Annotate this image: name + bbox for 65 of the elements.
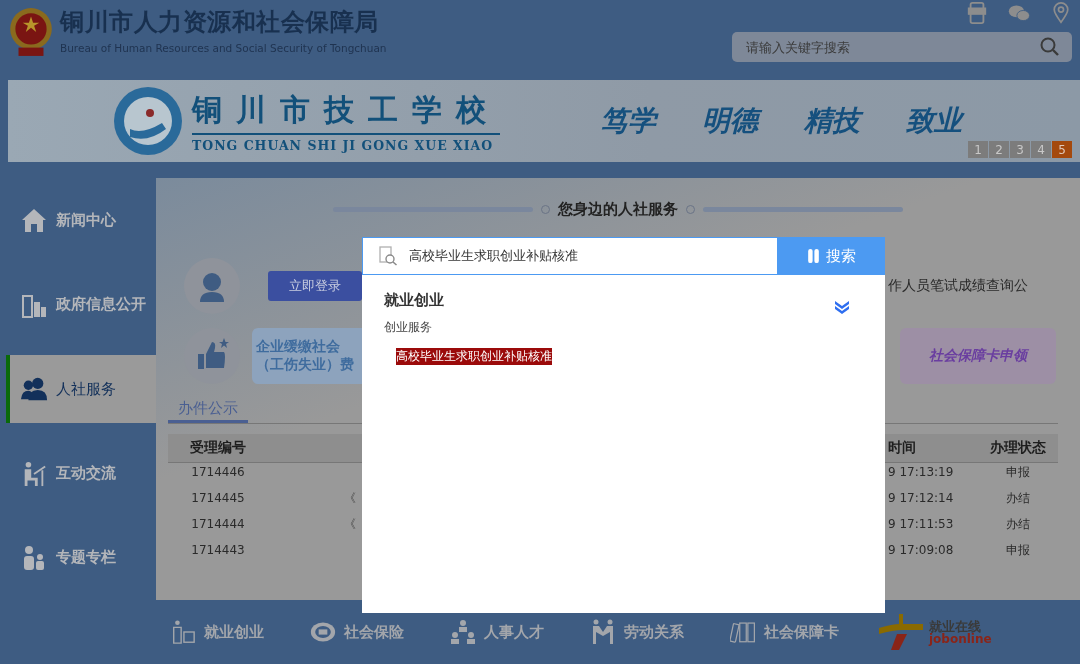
binders-icon [730, 619, 756, 645]
org-chart-people-icon [450, 619, 476, 645]
sidebar-item[interactable]: 人社服务 [6, 354, 156, 424]
table-cell-text: 1714443 [190, 543, 246, 557]
table-cell-text: 1714445 [190, 491, 246, 505]
table-cell-text: 9 17:13:19 [888, 465, 955, 479]
table-cell-text: 9 17:11:53 [888, 517, 955, 531]
house-icon [20, 207, 48, 234]
jobonline-logo-icon [877, 612, 925, 652]
result-category: 就业创业 [384, 290, 444, 310]
slide-page-button[interactable]: 3 [1010, 141, 1030, 158]
school-logo-icon [112, 85, 184, 157]
slide-page-button[interactable]: 2 [989, 141, 1009, 158]
emblem-icon [8, 6, 54, 58]
school-pinyin: TONG CHUAN SHI JI GONG XUE XIAO [192, 137, 495, 153]
jobonline-name: 就业在线 [929, 619, 981, 633]
search-result-link[interactable]: 高校毕业生求职创业补贴核准 [396, 348, 552, 365]
sidebar-item[interactable]: 政府信息公开 [0, 262, 156, 347]
table-cell-text: 1714444 [190, 517, 246, 531]
slogan-text: 致业 [906, 102, 968, 140]
login-button[interactable]: 立即登录 [268, 271, 362, 301]
column-header: 时间 [888, 439, 917, 457]
location-pin-icon[interactable] [1050, 2, 1072, 24]
table-cell-text: 9 17:09:08 [888, 543, 955, 557]
sidebar-item[interactable]: 互动交流 [0, 431, 156, 516]
notice-link[interactable]: 作人员笔试成绩查询公 [888, 277, 1028, 295]
search-icon[interactable] [1040, 37, 1060, 57]
school-name: 铜川市技工学校 [192, 89, 500, 135]
bottom-nav-item[interactable]: 社会保障卡 [730, 619, 839, 645]
table-cell: 《 [344, 516, 356, 531]
table-cell-text: 办结 [1005, 515, 1031, 533]
table-cell: 《 [344, 490, 356, 505]
column-header: 办理状态 [989, 439, 1047, 457]
slide-page-button[interactable]: 5 [1052, 141, 1072, 158]
slogan-text: 明德 [702, 102, 764, 140]
dialog-search-field[interactable]: 高校毕业生求职创业补贴核准 [362, 237, 777, 275]
sidebar-item[interactable]: 专题专栏 [0, 515, 156, 600]
search-button[interactable]: 搜索 [777, 237, 885, 275]
jobonline-wordmark: jobonline [929, 632, 992, 645]
table-tab[interactable]: 办件公示 [168, 399, 248, 423]
person-with-board-icon [170, 619, 196, 645]
result-subcategory: 创业服务 [384, 319, 433, 336]
sidebar-item[interactable]: 新闻中心 [0, 178, 156, 263]
double-chevron-down-icon[interactable] [833, 299, 851, 315]
slogan-text: 笃学 [600, 102, 662, 140]
people-icon [20, 376, 48, 402]
chat-bubbles-icon[interactable] [1008, 2, 1030, 24]
column-header: 受理编号 [189, 439, 247, 457]
table-cell-text: 9 17:12:14 [888, 491, 955, 505]
site-search-field[interactable]: 请输入关键字搜索 [732, 32, 1072, 62]
table-cell-text: 申报 [1005, 541, 1031, 559]
bottom-nav-item[interactable]: 就业创业 [170, 619, 264, 645]
slide-page-button[interactable]: 1 [968, 141, 988, 158]
service-card[interactable]: 社会保障卡申领 [900, 328, 1056, 384]
table-cell-text: 办结 [1005, 489, 1031, 507]
slide-page-button[interactable]: 4 [1031, 141, 1051, 158]
pause-icon [806, 248, 820, 264]
table-cell-text: 申报 [1005, 463, 1031, 481]
section-heading: 您身边的人社服务 [558, 200, 678, 219]
user-avatar-icon [184, 258, 240, 314]
slogan-text: 精技 [804, 102, 866, 140]
bottom-nav-item[interactable]: 社会保险 [310, 619, 404, 645]
bottom-nav-item[interactable]: 人事人才 [450, 619, 544, 645]
bottom-nav-item[interactable]: 劳动关系 [590, 619, 684, 645]
table-cell-text: 1714446 [190, 465, 246, 479]
